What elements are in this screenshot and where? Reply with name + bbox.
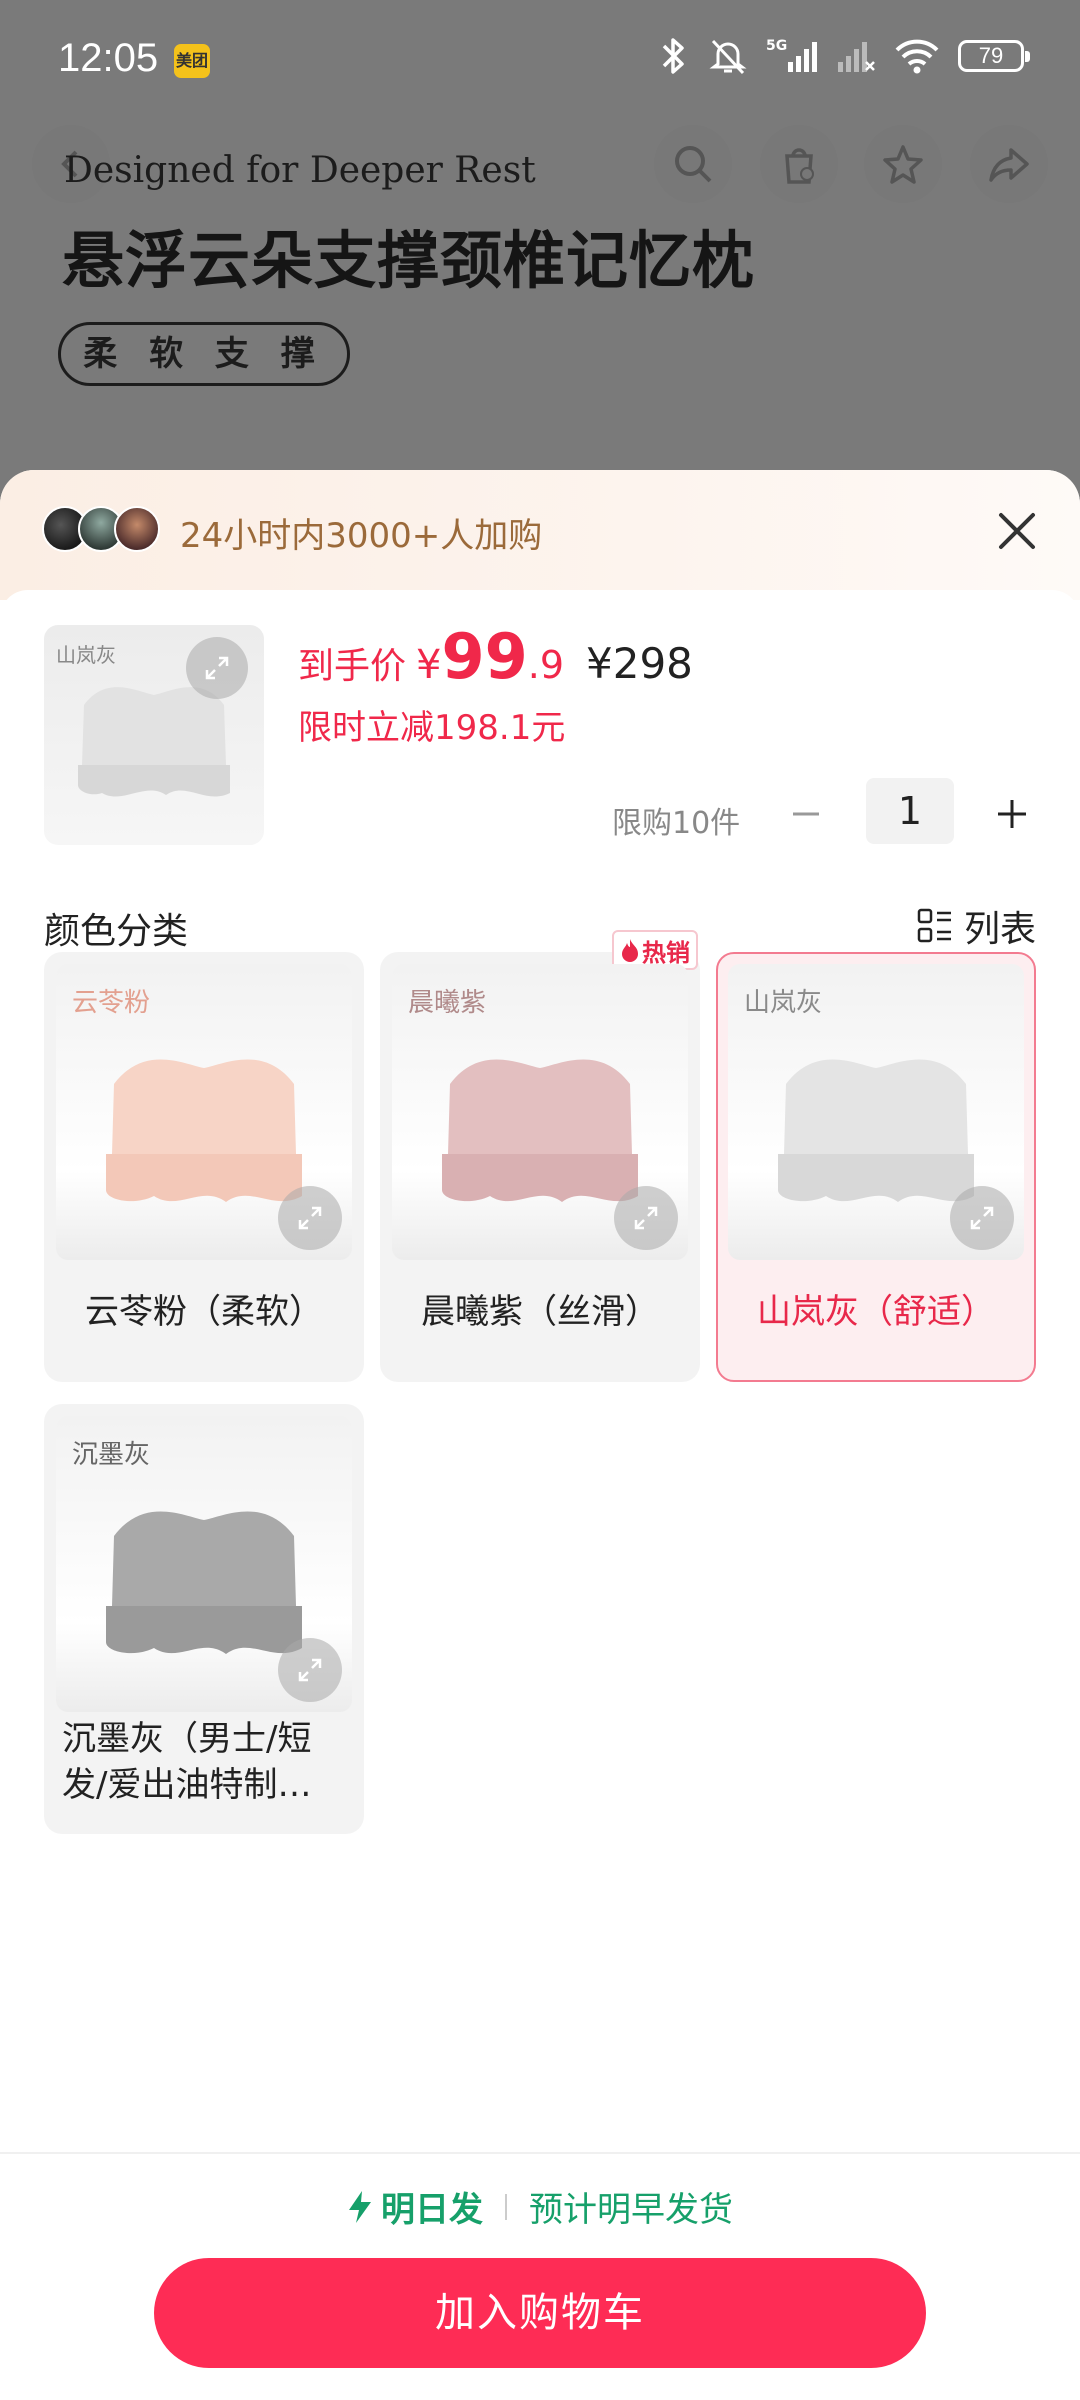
signal-weak-icon [838, 42, 875, 72]
final-price-decimal: .9 [527, 643, 565, 687]
color-option-purple[interactable]: 热销 晨曦紫 晨曦紫（丝滑） [380, 930, 700, 1382]
hero-subtitle: Designed for Deeper Rest [64, 150, 536, 191]
share-button[interactable] [970, 125, 1048, 203]
meituan-app-icon: 美团 [174, 44, 210, 78]
search-button[interactable] [654, 125, 732, 203]
fire-icon [622, 939, 638, 962]
quantity-decrease-button[interactable] [776, 784, 836, 844]
option-image: 晨曦紫 [392, 964, 688, 1260]
expand-button[interactable] [614, 1186, 678, 1250]
option-image-label: 山岚灰 [744, 988, 823, 1018]
list-view-icon [917, 908, 951, 943]
option-label: 山岚灰（舒适） [757, 1292, 995, 1332]
quantity-input[interactable]: 1 [866, 778, 954, 844]
shipping-estimate: 预计明早发货 [529, 2190, 733, 2230]
expand-icon [970, 1206, 994, 1230]
option-label: 晨曦紫（丝滑） [421, 1292, 659, 1332]
option-image: 云苓粉 [56, 964, 352, 1260]
status-time: 12:05 [58, 36, 159, 80]
expand-icon [298, 1658, 322, 1682]
purchase-limit: 限购10件 [612, 806, 741, 841]
hero-title: 悬浮云朵支撑颈椎记忆枕 [62, 224, 756, 297]
avatar [114, 506, 160, 552]
pillow-image [442, 1059, 638, 1202]
add-to-cart-button[interactable]: 加入购物车 [154, 2258, 926, 2368]
option-image-label: 沉墨灰 [72, 1440, 151, 1470]
option-image-label: 晨曦紫 [408, 988, 487, 1018]
discount-text: 限时立减198.1元 [298, 708, 566, 748]
final-price-label: 到手价 [298, 646, 407, 687]
section-title: 颜色分类 [44, 911, 189, 952]
expand-icon [205, 656, 229, 680]
favorite-button[interactable] [864, 125, 942, 203]
product-thumbnail[interactable]: 山岚灰 [44, 625, 264, 845]
pillow-image [106, 1511, 302, 1654]
expand-button[interactable] [950, 1186, 1014, 1250]
wifi-icon [895, 39, 939, 74]
star-icon [883, 145, 923, 184]
ship-fast: 明日发 [347, 2182, 483, 2231]
bluetooth-icon [662, 38, 684, 74]
buyer-avatars [42, 506, 160, 552]
expand-icon [298, 1206, 322, 1230]
mute-bell-icon [709, 39, 747, 75]
original-price: ¥298 [586, 639, 693, 688]
lightning-icon [349, 2190, 371, 2223]
option-image: 山岚灰 [728, 964, 1024, 1260]
close-button[interactable] [992, 506, 1042, 556]
final-price-integer: 99 [441, 620, 528, 693]
plus-icon [998, 800, 1026, 828]
svg-text:5G: 5G [766, 38, 787, 54]
color-option-gray-selected[interactable]: 山岚灰 山岚灰（舒适） [716, 952, 1036, 1382]
option-image-label: 云苓粉 [72, 988, 151, 1018]
sheet-header: 24小时内3000+人加购 [0, 470, 1080, 600]
ship-fast-label: 明日发 [381, 2190, 483, 2230]
shipping-info: 明日发 预计明早发货 [0, 2182, 1080, 2231]
view-toggle-label: 列表 [963, 909, 1036, 950]
sheet-body: 山岚灰 到手价 ¥ 99 .9 ¥298 限时立减198.1元 限购10件 1 … [0, 590, 1080, 2400]
expand-button[interactable] [278, 1186, 342, 1250]
status-bar: 12:05 美团 5G 79 [0, 0, 1080, 120]
minus-icon [793, 812, 819, 816]
search-icon [675, 146, 712, 183]
option-label: 沉墨灰（男士/短发/爱出油特制… [62, 1719, 312, 1805]
expand-button[interactable] [186, 637, 248, 699]
background-product-page: 12:05 美团 5G 79 Designed for Deeper Rest … [0, 0, 1080, 520]
expand-button[interactable] [278, 1638, 342, 1702]
option-image: 沉墨灰 [56, 1416, 352, 1712]
color-option-pink[interactable]: 云苓粉 云苓粉（柔软） [44, 952, 364, 1382]
shop-button[interactable] [760, 125, 838, 203]
social-proof-text: 24小时内3000+人加购 [180, 516, 543, 556]
battery-icon: 79 [958, 40, 1030, 72]
shop-icon [785, 148, 814, 184]
hero-tag: 柔 软 支 撑 [58, 322, 350, 386]
status-icons: 5G 79 [656, 36, 1030, 76]
divider [505, 2193, 507, 2220]
thumbnail-label: 山岚灰 [56, 643, 116, 667]
option-label: 云苓粉（柔软） [85, 1292, 323, 1332]
sku-selector-sheet: 24小时内3000+人加购 山岚灰 到手价 ¥ 99 .9 ¥298 限时立减1… [0, 470, 1080, 2400]
signal-5g-icon: 5G [766, 38, 817, 72]
close-icon [999, 513, 1035, 549]
footer-divider [0, 2152, 1080, 2154]
pillow-image [778, 1059, 974, 1202]
share-icon [989, 148, 1029, 182]
currency-symbol: ¥ [416, 642, 442, 688]
expand-icon [634, 1206, 658, 1230]
quantity-increase-button[interactable] [982, 784, 1042, 844]
list-view-toggle[interactable]: 列表 [916, 900, 1036, 952]
hot-badge-label: 热销 [642, 938, 690, 967]
color-option-dark-gray[interactable]: 沉墨灰 沉墨灰（男士/短发/爱出油特制… [44, 1404, 364, 1834]
pillow-image [106, 1059, 302, 1202]
price-row: 到手价 ¥ 99 .9 ¥298 [298, 620, 693, 693]
